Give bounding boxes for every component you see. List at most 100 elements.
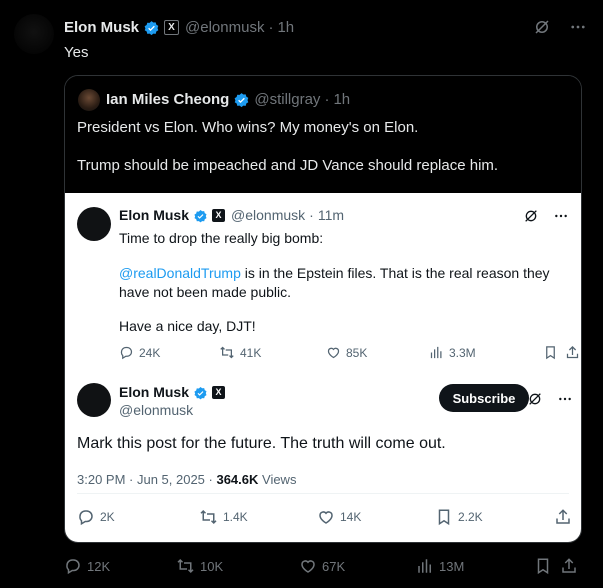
views-icon bbox=[416, 557, 434, 575]
share-icon bbox=[554, 508, 572, 526]
mention-link: @realDonaldTrump bbox=[119, 265, 241, 281]
tweet-header: Elon Musk X @elonmusk · 1h bbox=[64, 19, 294, 37]
reply-icon bbox=[64, 557, 82, 575]
like-stat: 85K bbox=[326, 345, 367, 360]
post-timestamp: 3:20 PM · Jun 5, 2025 · 364.6K Views bbox=[77, 472, 296, 487]
avatar bbox=[77, 383, 111, 417]
x-affiliate-badge: X bbox=[164, 20, 180, 36]
grok-icon bbox=[527, 390, 543, 408]
divider bbox=[77, 493, 569, 494]
share-icon bbox=[560, 557, 578, 575]
avatar[interactable] bbox=[14, 14, 54, 54]
more-icon[interactable] bbox=[569, 18, 587, 36]
views-label: Views bbox=[258, 472, 297, 487]
views-stat: 3.3M bbox=[429, 345, 476, 360]
repost-button[interactable]: 10K bbox=[176, 557, 223, 575]
like-count: 85K bbox=[346, 345, 368, 360]
reply-count: 12K bbox=[87, 558, 111, 574]
embedded-top-actions bbox=[523, 207, 569, 225]
quoted-tweet-header-area: Ian Miles Cheong @stillgray · 1h Preside… bbox=[65, 76, 581, 193]
verified-icon bbox=[233, 91, 250, 109]
repost-stat: 1.4K bbox=[199, 508, 248, 526]
reply-count: 24K bbox=[139, 345, 161, 360]
tweet-action-bar: 12K 10K 67K 13M bbox=[64, 557, 584, 577]
bookmark-count: 2.2K bbox=[458, 510, 483, 524]
views-count: 13M bbox=[439, 558, 465, 574]
reply-icon bbox=[77, 508, 95, 526]
repost-count: 1.4K bbox=[223, 510, 248, 524]
tweet-text: Yes bbox=[64, 44, 89, 61]
bookmark-button[interactable] bbox=[534, 557, 552, 575]
author-handle[interactable]: @stillgray bbox=[254, 91, 320, 108]
views-icon bbox=[429, 345, 444, 360]
subscribe-button: Subscribe bbox=[439, 384, 529, 412]
embedded-tweet-header: Elon Musk X bbox=[119, 384, 231, 401]
avatar bbox=[77, 207, 111, 241]
tweet-top-actions bbox=[533, 18, 587, 36]
quoted-tweet-header: Ian Miles Cheong @stillgray · 1h bbox=[106, 91, 350, 109]
author-handle[interactable]: @elonmusk bbox=[185, 19, 264, 36]
like-button[interactable]: 67K bbox=[299, 557, 345, 575]
like-count: 14K bbox=[340, 510, 362, 524]
author-name[interactable]: Ian Miles Cheong bbox=[106, 91, 229, 108]
author-handle: @elonmusk bbox=[231, 207, 306, 224]
bookmark-icon bbox=[534, 557, 552, 575]
like-count: 67K bbox=[322, 558, 346, 574]
share-icon bbox=[565, 345, 580, 360]
x-affiliate-badge: X bbox=[212, 208, 226, 222]
reply-count: 2K bbox=[100, 510, 115, 524]
embedded-tweet-text: Have a nice day, DJT! bbox=[119, 318, 256, 334]
verified-icon bbox=[143, 19, 160, 37]
timestamp: 11m bbox=[317, 207, 345, 224]
reply-icon bbox=[119, 345, 134, 360]
bookmark-icon bbox=[435, 508, 453, 526]
embedded-tweet-header: Elon Musk X @elonmusk · 11m bbox=[119, 207, 344, 224]
views-button[interactable]: 13M bbox=[416, 557, 464, 575]
like-stat: 14K bbox=[317, 508, 361, 526]
embedded-screenshot[interactable]: Elon Musk X @elonmusk · 11m Time to drop… bbox=[65, 193, 581, 542]
quoted-tweet-text: Trump should be impeached and JD Vance s… bbox=[77, 157, 499, 174]
share-button[interactable] bbox=[560, 557, 578, 575]
repost-count: 10K bbox=[200, 558, 224, 574]
embedded-action-bar: 2K 1.4K 14K 2.2K bbox=[77, 508, 571, 528]
x-affiliate-badge: X bbox=[212, 385, 226, 399]
like-icon bbox=[326, 345, 341, 360]
reply-button[interactable]: 12K bbox=[64, 557, 110, 575]
avatar[interactable] bbox=[78, 89, 100, 111]
embedded-tweet-text: Time to drop the really big bomb: bbox=[119, 230, 324, 246]
grok-icon[interactable] bbox=[533, 18, 551, 36]
author-name: Elon Musk bbox=[119, 207, 190, 224]
separator-dot: · bbox=[268, 19, 274, 37]
like-icon bbox=[299, 557, 317, 575]
repost-icon bbox=[199, 508, 218, 526]
more-icon bbox=[553, 207, 569, 225]
author-handle: @elonmusk bbox=[119, 402, 194, 418]
reply-stat: 2K bbox=[77, 508, 115, 526]
repost-stat: 41K bbox=[219, 345, 261, 360]
views-count: 3.3M bbox=[449, 345, 476, 360]
quoted-tweet[interactable]: Ian Miles Cheong @stillgray · 1h Preside… bbox=[64, 75, 582, 543]
grok-icon bbox=[523, 207, 539, 225]
embedded-tweet-text: @realDonaldTrump is in the Epstein files… bbox=[119, 264, 569, 302]
separator-dot: · bbox=[309, 207, 314, 224]
embedded-tweet-text: Mark this post for the future. The truth… bbox=[77, 435, 446, 452]
timestamp[interactable]: 1h bbox=[333, 91, 350, 108]
repost-icon bbox=[219, 345, 235, 360]
author-name[interactable]: Elon Musk bbox=[64, 19, 139, 36]
timestamp-text: 3:20 PM · Jun 5, 2025 · bbox=[77, 472, 217, 487]
separator-dot: · bbox=[324, 91, 330, 109]
bookmark-icon bbox=[543, 345, 558, 360]
repost-count: 41K bbox=[240, 345, 262, 360]
more-icon bbox=[557, 390, 573, 408]
embedded-top-actions bbox=[527, 390, 573, 408]
like-icon bbox=[317, 508, 335, 526]
verified-icon bbox=[193, 207, 208, 224]
timestamp[interactable]: 1h bbox=[277, 19, 294, 36]
author-name: Elon Musk bbox=[119, 384, 190, 401]
embedded-action-bar: 24K 41K 85K 3.3M bbox=[119, 345, 579, 365]
views-count: 364.6K bbox=[216, 472, 259, 487]
repost-icon bbox=[176, 557, 195, 575]
reply-stat: 24K bbox=[119, 345, 160, 360]
bookmark-stat: 2.2K bbox=[435, 508, 483, 526]
verified-icon bbox=[193, 384, 208, 401]
